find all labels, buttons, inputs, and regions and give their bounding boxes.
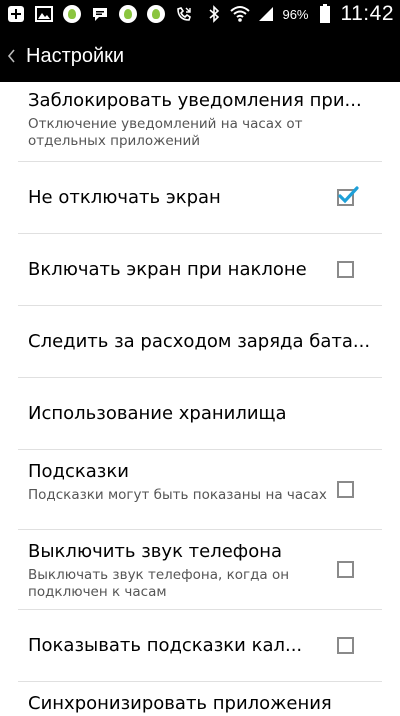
setting-title: Использование хранилища (28, 403, 287, 424)
setting-title: Синхронизировать приложения (28, 693, 332, 714)
setting-title: Показывать подсказки кал... (28, 635, 303, 656)
tips-checkbox[interactable] (337, 481, 354, 498)
app-icon (118, 4, 138, 24)
missed-call-icon (174, 4, 194, 24)
back-chevron-icon[interactable] (4, 30, 18, 82)
clock: 11:42 (340, 2, 394, 25)
settings-list: Заблокировать уведомления при... Отключе… (0, 82, 400, 714)
app-icon (62, 4, 82, 24)
system-status: 96% 11:42 (204, 2, 394, 26)
setting-title: Выключить звук телефона (28, 541, 283, 562)
setting-title: Не отключать экран (28, 187, 221, 208)
setting-subtitle: Отключение уведомлений на часах от отдел… (28, 116, 303, 149)
setting-calendar-tips[interactable]: Показывать подсказки кал... (0, 610, 400, 682)
setting-tips[interactable]: Подсказки Подсказки могут быть показаны … (0, 450, 400, 530)
signal-icon (256, 4, 276, 24)
keep-screen-on-checkbox[interactable] (337, 186, 359, 206)
wifi-icon (230, 4, 251, 24)
bluetooth-icon (204, 4, 224, 24)
gallery-icon (34, 4, 54, 24)
setting-sync-apps[interactable]: Синхронизировать приложения (0, 682, 400, 714)
setting-title: Заблокировать уведомления при... (28, 90, 362, 111)
action-bar: Настройки (0, 30, 400, 82)
setting-keep-screen-on[interactable]: Не отключать экран (0, 162, 400, 234)
add-box-icon (6, 4, 26, 24)
battery-icon (315, 4, 335, 24)
status-bar: 96% 11:42 (0, 0, 400, 30)
notification-icons (6, 4, 194, 24)
chat-icon (90, 4, 110, 24)
battery-percent: 96% (282, 6, 309, 22)
setting-subtitle: Подсказки могут быть показаны на часах (28, 487, 327, 503)
app-icon (146, 4, 166, 24)
page-title: Настройки (26, 44, 125, 67)
setting-subtitle: Выключать звук телефона, когда он подклю… (28, 567, 290, 600)
calendar-tips-checkbox[interactable] (337, 637, 354, 654)
setting-title: Подсказки (28, 461, 129, 482)
setting-mute-phone[interactable]: Выключить звук телефона Выключать звук т… (0, 530, 400, 610)
setting-battery-monitor[interactable]: Следить за расходом заряда бата... (0, 306, 400, 378)
wake-on-tilt-checkbox[interactable] (337, 261, 354, 278)
setting-storage-usage[interactable]: Использование хранилища (0, 378, 400, 450)
setting-title: Следить за расходом заряда бата... (28, 331, 371, 352)
setting-block-notifications[interactable]: Заблокировать уведомления при... Отключе… (0, 82, 400, 162)
mute-phone-checkbox[interactable] (337, 561, 354, 578)
setting-title: Включать экран при наклоне (28, 259, 307, 280)
setting-wake-on-tilt[interactable]: Включать экран при наклоне (0, 234, 400, 306)
